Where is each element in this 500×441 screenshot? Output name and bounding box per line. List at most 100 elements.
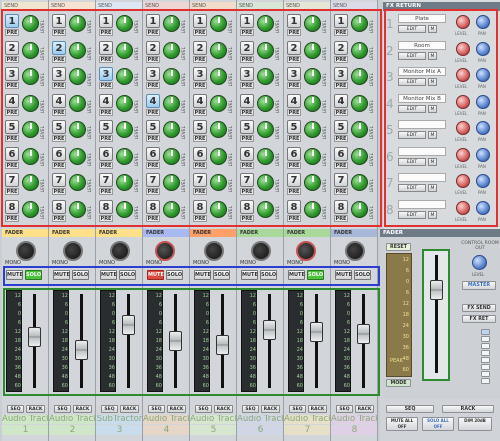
seq-button[interactable]: SEQ (336, 405, 353, 413)
send-8-button[interactable]: 8 (287, 199, 301, 214)
send-level-knob[interactable] (69, 121, 86, 138)
mute-button[interactable]: MUTE (288, 270, 305, 280)
send-level-knob[interactable] (116, 41, 133, 59)
send-2-button[interactable]: 2 (334, 40, 348, 55)
pre-button[interactable]: PRE (287, 82, 301, 89)
send-7-button[interactable]: 7 (5, 173, 19, 187)
send-level-knob[interactable] (257, 147, 274, 165)
send-8-button[interactable]: 8 (193, 199, 207, 214)
send-level-knob[interactable] (257, 174, 274, 191)
send-level-knob[interactable] (210, 68, 227, 85)
rack-button[interactable]: RACK (442, 405, 494, 413)
rack-button[interactable]: RACK (167, 405, 186, 413)
send-level-knob[interactable] (257, 15, 274, 32)
send-1-button[interactable]: 1 (193, 14, 207, 28)
pre-button[interactable]: PRE (99, 135, 113, 142)
send-level-knob[interactable] (69, 68, 86, 85)
seq-button[interactable]: SEQ (195, 405, 212, 413)
pre-button[interactable]: PRE (334, 214, 348, 222)
pre-button[interactable]: PRE (287, 108, 301, 116)
send-5-button[interactable]: 5 (52, 120, 66, 134)
send-level-knob[interactable] (304, 41, 321, 59)
mode-button[interactable]: MODE (386, 379, 411, 387)
rack-button[interactable]: RACK (26, 405, 45, 413)
mode-select-button[interactable] (481, 378, 490, 384)
fx-ret-button[interactable]: FX RET (462, 315, 496, 323)
send-4-button[interactable]: 4 (287, 93, 301, 108)
send-8-button[interactable]: 8 (146, 199, 160, 214)
pre-button[interactable]: PRE (193, 214, 207, 222)
pre-button[interactable]: PRE (5, 82, 19, 89)
control-room-knob[interactable] (472, 255, 487, 270)
pre-button[interactable]: PRE (146, 161, 160, 169)
send-level-knob[interactable] (351, 147, 368, 165)
dim-button[interactable]: DIM 20dB (458, 417, 492, 431)
pre-button[interactable]: PRE (193, 82, 207, 89)
send-3-button[interactable]: 3 (334, 67, 348, 81)
send-8-button[interactable]: 8 (99, 199, 113, 214)
send-3-button[interactable]: 3 (146, 67, 160, 81)
fx-send-button[interactable]: FX SEND (462, 304, 496, 312)
send-5-button[interactable]: 5 (193, 120, 207, 134)
send-6-button[interactable]: 6 (240, 146, 254, 161)
send-level-knob[interactable] (351, 121, 368, 138)
pre-button[interactable]: PRE (5, 161, 19, 169)
send-1-button[interactable]: 1 (99, 14, 113, 28)
pre-button[interactable]: PRE (5, 29, 19, 36)
pre-button[interactable]: PRE (146, 135, 160, 142)
pan-knob[interactable] (204, 241, 224, 261)
send-6-button[interactable]: 6 (99, 146, 113, 161)
send-level-knob[interactable] (210, 200, 227, 218)
send-5-button[interactable]: 5 (240, 120, 254, 134)
pre-button[interactable]: PRE (334, 55, 348, 63)
send-level-knob[interactable] (351, 41, 368, 59)
send-4-button[interactable]: 4 (146, 93, 160, 108)
rack-button[interactable]: RACK (214, 405, 233, 413)
send-1-button[interactable]: 1 (5, 14, 19, 28)
send-level-knob[interactable] (116, 121, 133, 138)
fader-cap[interactable] (357, 323, 370, 344)
send-2-button[interactable]: 2 (287, 40, 301, 55)
send-level-knob[interactable] (116, 174, 133, 191)
seq-button[interactable]: SEQ (54, 405, 71, 413)
send-4-button[interactable]: 4 (99, 93, 113, 108)
pre-button[interactable]: PRE (52, 161, 66, 169)
send-3-button[interactable]: 3 (287, 67, 301, 81)
send-7-button[interactable]: 7 (193, 173, 207, 187)
send-5-button[interactable]: 5 (5, 120, 19, 134)
send-level-knob[interactable] (69, 15, 86, 32)
pre-button[interactable]: PRE (52, 188, 66, 195)
solo-button[interactable]: SOLO (72, 270, 89, 280)
send-1-button[interactable]: 1 (287, 14, 301, 28)
send-level-knob[interactable] (351, 68, 368, 85)
send-level-knob[interactable] (22, 147, 39, 165)
send-6-button[interactable]: 6 (334, 146, 348, 161)
send-7-button[interactable]: 7 (287, 173, 301, 187)
mode-select-button[interactable] (481, 364, 490, 370)
send-level-knob[interactable] (351, 174, 368, 191)
send-2-button[interactable]: 2 (193, 40, 207, 55)
send-level-knob[interactable] (304, 94, 321, 112)
send-1-button[interactable]: 1 (146, 14, 160, 28)
pan-knob[interactable] (251, 241, 271, 261)
send-level-knob[interactable] (163, 68, 180, 85)
send-level-knob[interactable] (69, 174, 86, 191)
pre-button[interactable]: PRE (146, 108, 160, 116)
mode-select-button[interactable] (481, 357, 490, 363)
reset-button[interactable]: RESET (386, 243, 411, 251)
solo-button[interactable]: SOLO (307, 270, 324, 280)
pre-button[interactable]: PRE (99, 29, 113, 36)
pan-knob[interactable] (345, 241, 365, 261)
send-4-button[interactable]: 4 (334, 93, 348, 108)
fader-cap[interactable] (169, 331, 182, 351)
send-5-button[interactable]: 5 (334, 120, 348, 134)
solo-all-off-button[interactable]: SOLO ALL OFF (422, 417, 454, 431)
master-button[interactable]: MASTER (462, 281, 496, 290)
solo-button[interactable]: SOLO (166, 270, 183, 280)
pre-button[interactable]: PRE (5, 55, 19, 63)
seq-button[interactable]: SEQ (148, 405, 165, 413)
send-level-knob[interactable] (116, 68, 133, 85)
pan-knob[interactable] (296, 241, 316, 261)
send-3-button[interactable]: 3 (5, 67, 19, 81)
send-level-knob[interactable] (163, 41, 180, 59)
